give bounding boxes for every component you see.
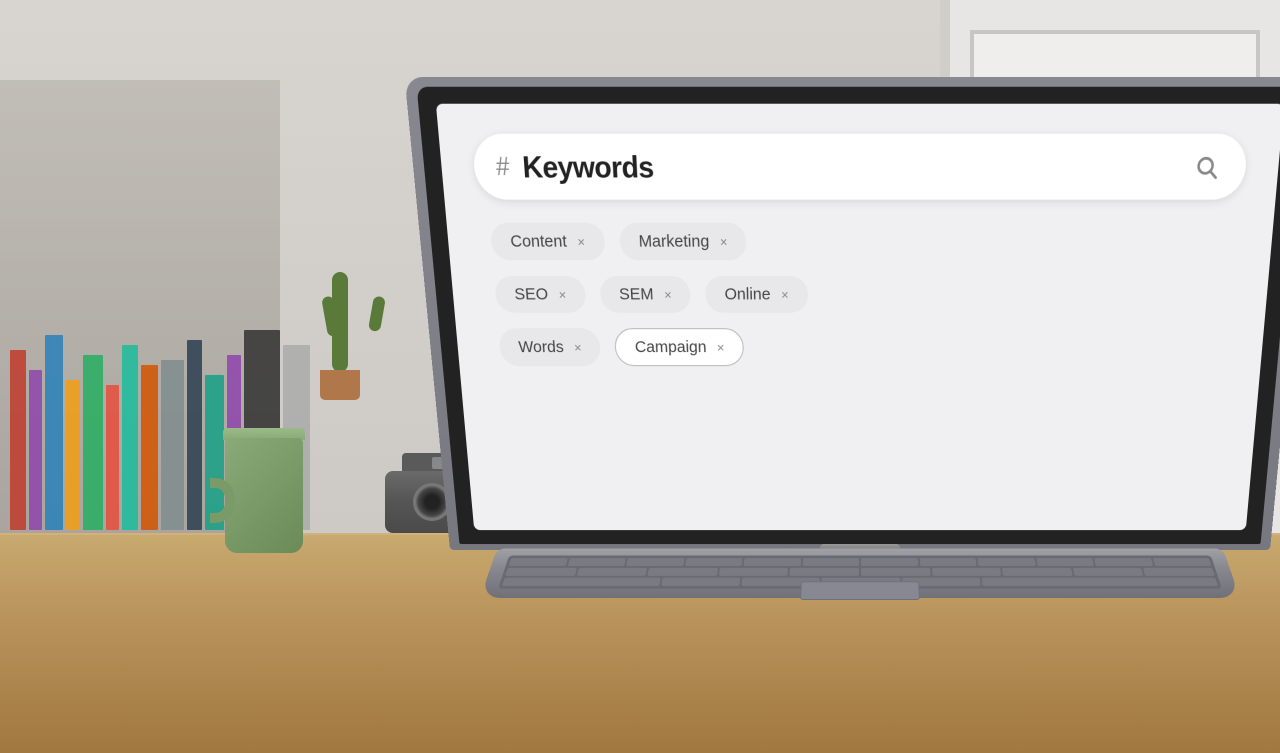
trackpad[interactable] xyxy=(800,581,920,600)
tag-content[interactable]: Content × xyxy=(490,223,606,261)
book-10 xyxy=(187,340,202,530)
key xyxy=(932,568,1002,576)
tag-marketing-label: Marketing xyxy=(638,232,709,251)
key-row-2 xyxy=(505,568,1214,576)
search-icon[interactable] xyxy=(1188,148,1226,186)
book-1 xyxy=(10,350,26,530)
key xyxy=(790,568,859,576)
key xyxy=(1073,568,1144,576)
key xyxy=(567,558,626,566)
laptop-base xyxy=(480,549,1240,598)
key xyxy=(1094,558,1153,566)
key xyxy=(626,558,684,566)
tag-sem[interactable]: SEM × xyxy=(599,276,691,313)
book-4 xyxy=(66,380,80,530)
tag-online[interactable]: Online × xyxy=(705,276,808,313)
tag-sem-label: SEM xyxy=(619,285,654,304)
tag-online-close[interactable]: × xyxy=(781,287,789,303)
laptop-lid: # Keywords xyxy=(405,77,1280,550)
hash-icon: # xyxy=(495,154,510,180)
tag-sem-close[interactable]: × xyxy=(664,287,672,303)
tags-row-2: SEO × SEM × Online × xyxy=(494,276,1226,313)
key xyxy=(648,568,718,576)
screen-content: # Keywords xyxy=(436,104,1280,530)
key xyxy=(1143,568,1214,576)
tag-words-label: Words xyxy=(518,338,564,356)
book-7 xyxy=(122,345,138,530)
tag-marketing-close[interactable]: × xyxy=(720,234,728,250)
book-3 xyxy=(45,335,63,530)
key-spacebar xyxy=(982,578,1218,586)
laptop-screen: # Keywords xyxy=(436,104,1280,530)
coffee-mug xyxy=(210,393,320,553)
search-keywords-text: Keywords xyxy=(521,149,1177,185)
tag-campaign-close[interactable]: × xyxy=(717,340,725,355)
key xyxy=(576,568,647,576)
key xyxy=(802,558,859,566)
tags-row-1: Content × Marketing × xyxy=(490,223,1231,261)
tags-area: Content × Marketing × SEO xyxy=(479,223,1241,366)
tag-words-close[interactable]: × xyxy=(574,340,582,355)
search-bar[interactable]: # Keywords xyxy=(471,134,1248,200)
tag-words[interactable]: Words × xyxy=(498,328,601,366)
tag-seo[interactable]: SEO × xyxy=(494,276,586,313)
tag-seo-close[interactable]: × xyxy=(558,287,566,303)
key xyxy=(861,558,918,566)
cactus-pot xyxy=(320,370,360,400)
tag-seo-label: SEO xyxy=(514,285,549,304)
tag-online-label: Online xyxy=(724,285,770,304)
key xyxy=(505,568,576,576)
book-6 xyxy=(106,385,119,530)
key xyxy=(743,558,800,566)
key xyxy=(1002,568,1072,576)
key xyxy=(685,558,743,566)
book-5 xyxy=(83,355,103,530)
laptop-bezel: # Keywords xyxy=(417,87,1280,544)
key xyxy=(661,578,740,586)
cactus xyxy=(310,200,370,400)
tag-campaign[interactable]: Campaign × xyxy=(614,328,745,366)
key xyxy=(1152,558,1211,566)
key xyxy=(978,558,1036,566)
tag-marketing[interactable]: Marketing × xyxy=(618,223,747,261)
book-2 xyxy=(29,370,42,530)
tags-row-3: Words × Campaign × xyxy=(498,328,1222,366)
book-8 xyxy=(141,365,158,530)
book-9 xyxy=(161,360,183,530)
key xyxy=(719,568,789,576)
mug-body xyxy=(225,438,303,553)
tag-campaign-label: Campaign xyxy=(634,338,706,356)
tag-content-close[interactable]: × xyxy=(577,234,585,250)
key-row-1 xyxy=(509,558,1212,566)
key xyxy=(861,568,930,576)
key xyxy=(1036,558,1094,566)
key-space xyxy=(502,578,660,586)
key xyxy=(919,558,976,566)
tag-content-label: Content xyxy=(510,232,568,251)
key xyxy=(509,558,568,566)
